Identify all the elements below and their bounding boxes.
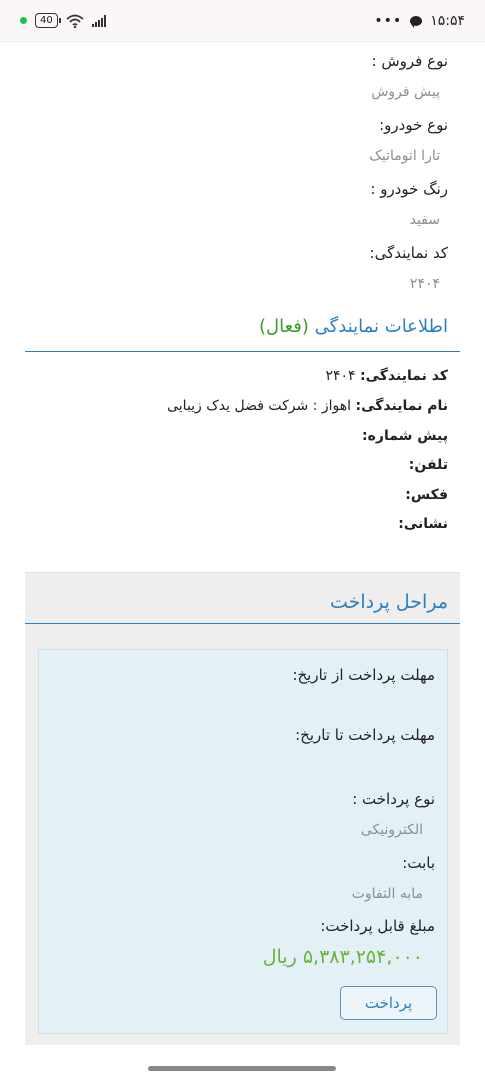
overflow-dots: ••• bbox=[374, 12, 403, 29]
agency-code-label: کد نمایندگی: bbox=[369, 244, 448, 262]
notification-dot-icon bbox=[20, 17, 27, 24]
pay-button[interactable]: پرداخت bbox=[340, 986, 437, 1020]
payment-for-label: بابت: bbox=[402, 854, 435, 872]
agency-name-line: نام نمایندگی: اهواز : شرکت فضل یدک زیبای… bbox=[167, 398, 448, 414]
cell-signal-icon bbox=[91, 14, 106, 27]
status-bar: 40 ••• ۱۵:۵۴ bbox=[0, 0, 485, 42]
agency-section-title: اطلاعات نمایندگی (فعال) bbox=[259, 316, 448, 337]
payment-details-box: مهلت پرداخت از تاریخ: مهلت پرداخت تا تار… bbox=[38, 649, 448, 1034]
amount-label: مبلغ قابل پرداخت: bbox=[320, 917, 435, 935]
agency-title-text: اطلاعات نمایندگی bbox=[314, 316, 448, 337]
agency-prefix-line: پیش شماره: bbox=[362, 428, 448, 444]
agency-address-label: نشانی: bbox=[398, 516, 448, 532]
car-color-value: سفید bbox=[409, 212, 440, 228]
payment-steps-panel: مراحل پرداخت مهلت پرداخت از تاریخ: مهلت … bbox=[25, 572, 460, 1045]
status-left: 40 bbox=[20, 13, 106, 28]
chat-icon bbox=[410, 15, 423, 28]
agency-code-line: کد نمایندگی: ۲۴۰۴ bbox=[326, 368, 449, 384]
status-right: ••• ۱۵:۵۴ bbox=[374, 13, 465, 29]
agency-phone-line: تلفن: bbox=[409, 457, 448, 473]
agency-code-line-label: کد نمایندگی: bbox=[360, 368, 448, 384]
clock: ۱۵:۵۴ bbox=[430, 12, 465, 29]
car-type-value: تارا اتوماتیک bbox=[369, 148, 440, 164]
payment-section-divider bbox=[25, 623, 460, 624]
payment-for-value: مابه التفاوت bbox=[351, 886, 423, 902]
page-content: نوع فروش : پیش فروش نوع خودرو: تارا اتوم… bbox=[25, 42, 460, 1052]
battery-icon: 40 bbox=[35, 13, 61, 28]
wifi-icon bbox=[66, 14, 84, 28]
payment-type-value: الکترونیکی bbox=[360, 822, 423, 838]
agency-code-line-value: ۲۴۰۴ bbox=[325, 368, 356, 384]
agency-code-value: ۲۴۰۴ bbox=[409, 276, 440, 292]
amount-value: ۵,۳۸۳,۲۵۴,۰۰۰ ریال bbox=[262, 946, 423, 968]
car-type-label: نوع خودرو: bbox=[379, 116, 448, 134]
agency-prefix-label: پیش شماره: bbox=[362, 428, 448, 444]
deadline-to-label: مهلت پرداخت تا تاریخ: bbox=[295, 726, 435, 744]
sale-type-label: نوع فروش : bbox=[371, 52, 448, 70]
car-color-label: رنگ خودرو : bbox=[370, 180, 448, 198]
agency-name-value: اهواز : شرکت فضل یدک زیبایی bbox=[167, 398, 352, 414]
home-indicator[interactable] bbox=[148, 1066, 336, 1071]
agency-phone-label: تلفن: bbox=[408, 457, 448, 473]
agency-status-badge: (فعال) bbox=[259, 316, 309, 337]
payment-section-title: مراحل پرداخت bbox=[329, 591, 448, 613]
agency-name-label: نام نمایندگی: bbox=[355, 398, 448, 414]
agency-fax-label: فکس: bbox=[405, 487, 448, 503]
deadline-from-label: مهلت پرداخت از تاریخ: bbox=[292, 666, 435, 684]
agency-fax-line: فکس: bbox=[405, 487, 448, 503]
payment-type-label: نوع پرداخت : bbox=[352, 790, 435, 808]
agency-address-line: نشانی: bbox=[398, 516, 448, 532]
sale-type-value: پیش فروش bbox=[371, 84, 440, 100]
agency-section-divider bbox=[25, 351, 460, 352]
